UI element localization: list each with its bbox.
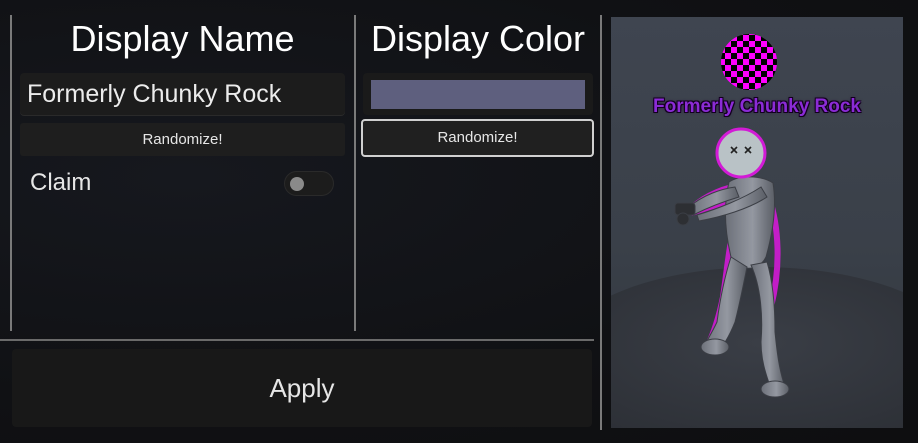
claim-label: Claim (30, 169, 92, 196)
preview-scene (611, 34, 903, 428)
customization-screen: Display Name Formerly Chunky Rock Random… (0, 0, 918, 443)
floor (611, 267, 903, 428)
divider-right (600, 15, 602, 430)
display-color-title: Display Color (370, 18, 586, 59)
randomize-color-button[interactable]: Randomize! (361, 119, 594, 157)
color-swatch[interactable] (371, 80, 585, 109)
divider-horizontal (0, 339, 594, 341)
checker-badge-icon (721, 34, 777, 90)
toggle-knob (290, 177, 304, 191)
preview-nameplate: Formerly Chunky Rock (653, 96, 861, 117)
display-name-input[interactable]: Formerly Chunky Rock (20, 73, 345, 115)
color-swatch-field[interactable] (363, 73, 593, 115)
character-preview: Formerly Chunky Rock (611, 17, 903, 428)
divider-left (10, 15, 12, 331)
character-head (715, 127, 767, 179)
divider-middle (354, 15, 356, 331)
apply-button[interactable]: Apply (12, 349, 592, 427)
randomize-name-button[interactable]: Randomize! (20, 123, 345, 156)
claim-toggle[interactable] (284, 171, 334, 196)
display-name-title: Display Name (70, 18, 295, 59)
